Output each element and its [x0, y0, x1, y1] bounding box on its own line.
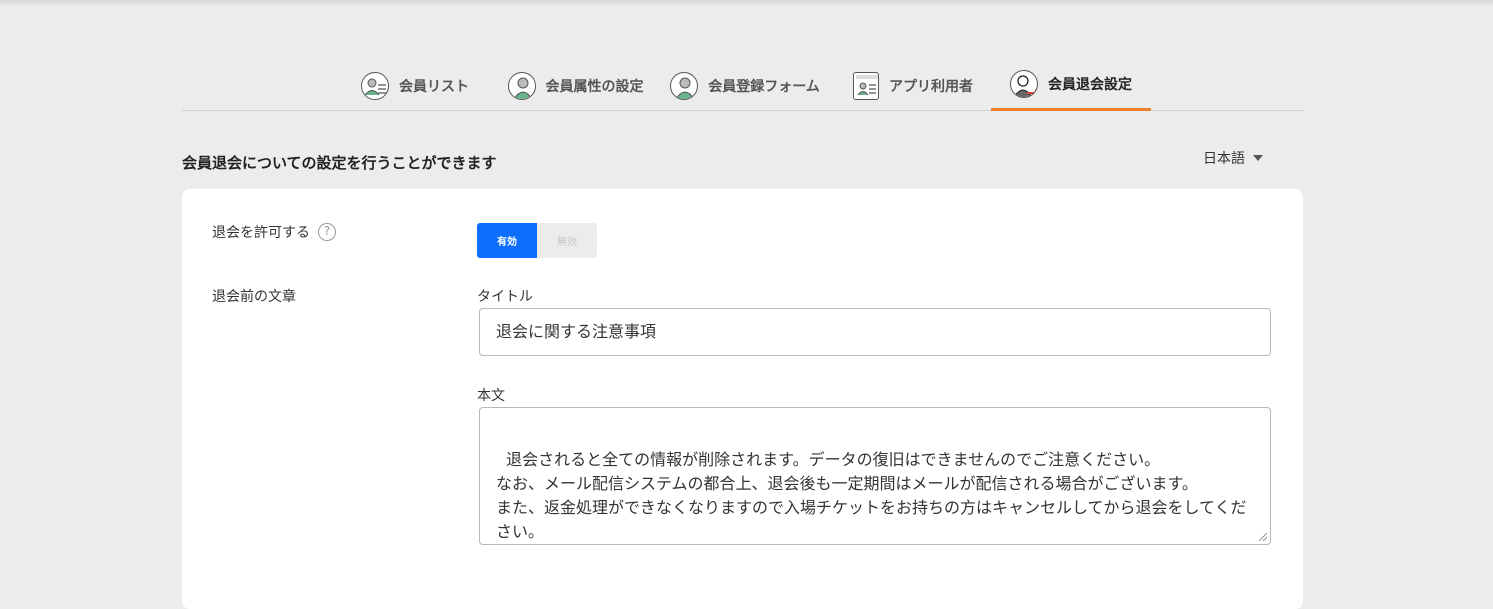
language-selector[interactable]: 日本語: [1203, 148, 1263, 168]
help-icon[interactable]: ?: [318, 223, 336, 241]
top-shadow: [0, 0, 1493, 6]
settings-card: [182, 189, 1303, 609]
member-withdraw-icon: [1010, 70, 1038, 98]
body-label: 本文: [477, 388, 505, 404]
language-label: 日本語: [1203, 151, 1245, 167]
resize-handle[interactable]: [1259, 533, 1267, 541]
pre-withdrawal-text-label: 退会前の文章: [212, 289, 296, 305]
tab-member-list[interactable]: 会員リスト: [360, 60, 470, 111]
tab-label: 会員登録フォーム: [708, 78, 820, 95]
allow-withdrawal-toggle: 有効 無効: [477, 223, 597, 258]
tab-label: 会員退会設定: [1048, 77, 1132, 93]
tab-label: 会員リスト: [399, 78, 469, 95]
tab-member-attributes[interactable]: 会員属性の設定: [507, 60, 644, 111]
tab-member-form[interactable]: 会員登録フォーム: [669, 60, 821, 111]
toggle-enabled-button[interactable]: 有効: [477, 223, 537, 258]
app-user-icon: [853, 71, 879, 100]
body-textarea[interactable]: 退会されると全ての情報が削除されます。データの復旧はできませんのでご注意ください…: [479, 407, 1271, 545]
allow-withdrawal-label: 退会を許可する: [212, 225, 310, 241]
tab-member-withdrawal[interactable]: 会員退会設定: [991, 60, 1151, 111]
tab-label: アプリ利用者: [889, 78, 973, 95]
title-input[interactable]: 退会に関する注意事項: [479, 308, 1271, 356]
member-attribute-icon: [507, 71, 536, 100]
tab-bar: 会員リスト 会員属性の設定 会員登録フォーム アプリ利用者 会員退会設定: [182, 60, 1303, 111]
caret-down-icon: [1253, 155, 1263, 161]
tab-app-users[interactable]: アプリ利用者: [850, 60, 976, 111]
member-form-icon: [670, 71, 699, 100]
page-subtitle: 会員退会についての設定を行うことができます: [182, 154, 497, 172]
body-text: 退会されると全ての情報が削除されます。データの復旧はできませんのでご注意ください…: [496, 450, 1247, 541]
title-label: タイトル: [477, 289, 533, 305]
member-list-icon: [361, 71, 389, 100]
toggle-disabled-button[interactable]: 無効: [537, 223, 597, 258]
tab-label: 会員属性の設定: [545, 78, 644, 95]
